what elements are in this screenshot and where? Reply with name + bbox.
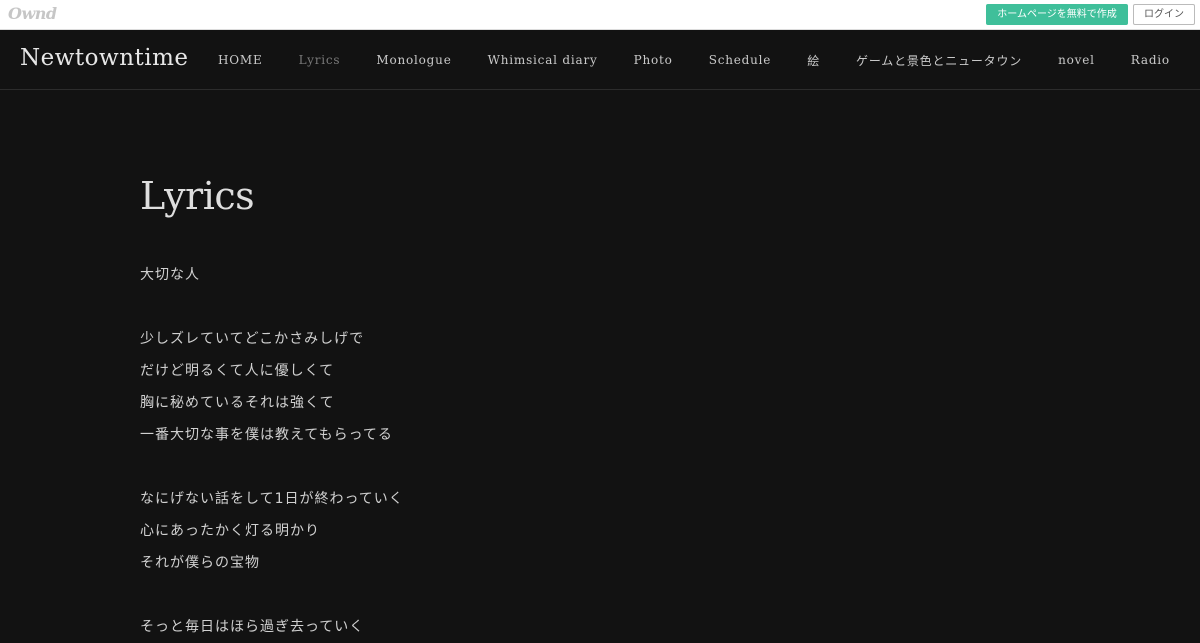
site-title[interactable]: Newtowntime [20,45,189,71]
nav-item-home[interactable]: HOME [200,53,281,67]
main-content: Lyrics 大切な人 少しズレていてどこかさみしげで だけど明るくて人に優しく… [140,90,1060,635]
nav-item-drawing[interactable]: 絵 [789,52,838,69]
lyric-line: 胸に秘めているそれは強くて [140,395,335,411]
site-header: Newtowntime HOME Lyrics Monologue Whimsi… [0,30,1200,90]
lyric-line: 少しズレていてどこかさみしげで [140,331,365,347]
page-title: Lyrics [140,174,255,218]
lyric-line: 大切な人 [140,267,200,283]
main-nav: HOME Lyrics Monologue Whimsical diary Ph… [200,30,1188,90]
nav-item-novel[interactable]: novel [1040,53,1113,67]
nav-item-games-scenery[interactable]: ゲームと景色とニュータウン [838,52,1040,69]
lyric-line [140,579,1060,611]
nav-item-monologue[interactable]: Monologue [358,53,469,67]
lyrics-body: 大切な人 少しズレていてどこかさみしげで だけど明るくて人に優しくて 胸に秘めて… [140,259,1060,643]
login-button[interactable]: ログイン [1133,4,1195,25]
lyric-line: なにげない話をして1日が終わっていく [140,491,404,507]
lyric-line: それが僕らの宝物 [140,555,260,571]
lyric-line [140,291,1060,323]
nav-item-whimsical-diary[interactable]: Whimsical diary [470,53,616,67]
nav-item-radio[interactable]: Radio [1113,53,1188,67]
nav-item-lyrics[interactable]: Lyrics [281,53,359,67]
lyric-line: 一番大切な事を僕は教えてもらってる [140,427,393,443]
create-homepage-button[interactable]: ホームページを無料で作成 [986,4,1128,25]
nav-item-schedule[interactable]: Schedule [691,53,790,67]
platform-bar: Ownd ホームページを無料で作成 ログイン [0,0,1200,30]
lyric-line: だけど明るくて人に優しくて [140,363,335,379]
lyric-line [140,451,1060,483]
lyric-line: 心にあったかく灯る明かり [140,523,320,539]
nav-item-photo[interactable]: Photo [616,53,691,67]
ownd-logo[interactable]: Ownd [8,4,57,23]
lyric-line: そっと毎日はほら過ぎ去っていく [140,619,365,635]
